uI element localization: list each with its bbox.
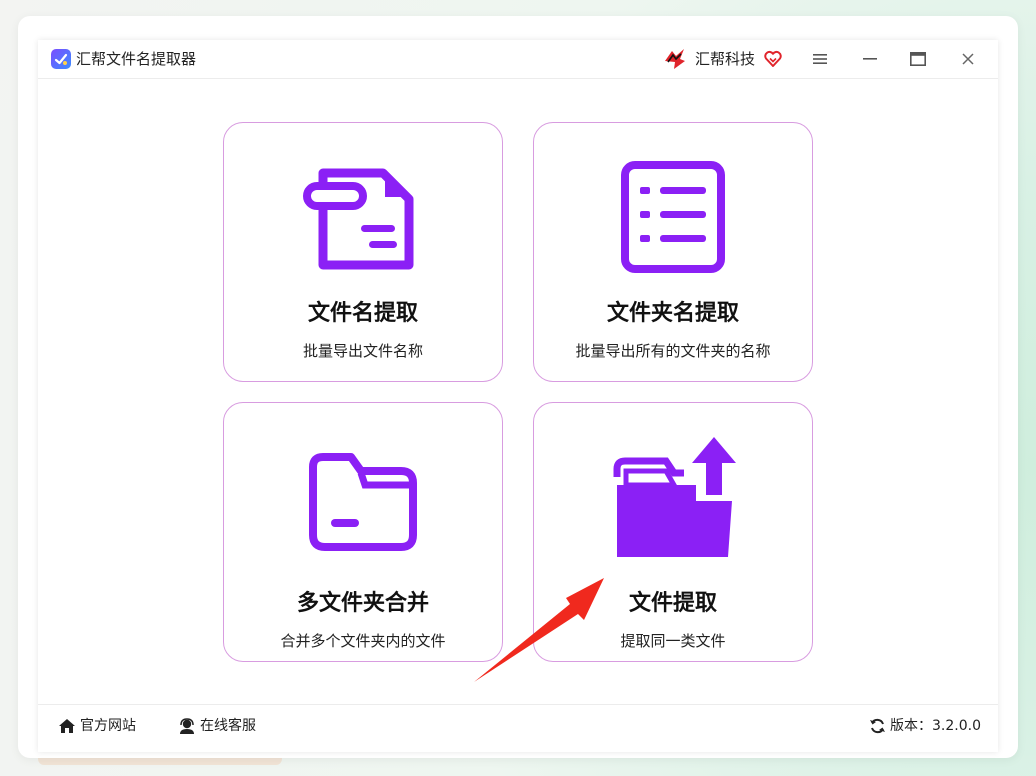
version-info: 版本：3.2.0.0 [869, 717, 981, 735]
card-desc: 合并多个文件夹内的文件 [280, 632, 446, 650]
maximize-button[interactable] [904, 46, 932, 72]
app-window: 汇帮文件名提取器 汇帮科技 文件名提取 批量导出文件名称 文件夹名提取 批量导出… [18, 16, 1018, 758]
card-desc: 提取同一类文件 [620, 632, 726, 650]
minimize-icon [863, 58, 877, 60]
card-title: 文件提取 [628, 591, 717, 616]
brand-logo-icon [662, 47, 688, 75]
file-document-icon [224, 159, 502, 277]
online-service-label: 在线客服 [200, 718, 256, 734]
close-icon [962, 53, 974, 65]
official-website-link[interactable]: 官方网站 [58, 717, 136, 735]
card-merge-folders[interactable]: 多文件夹合并 合并多个文件夹内的文件 [223, 402, 503, 662]
card-file-extract[interactable]: 文件提取 提取同一类文件 [533, 402, 813, 662]
list-icon [534, 159, 812, 275]
home-icon [59, 719, 75, 733]
card-desc: 批量导出所有的文件夹的名称 [575, 342, 771, 360]
background-strip [38, 757, 282, 765]
title-bar: 汇帮文件名提取器 汇帮科技 [38, 40, 998, 79]
card-title: 文件夹名提取 [606, 301, 739, 326]
card-desc: 批量导出文件名称 [302, 342, 423, 360]
menu-button[interactable] [806, 46, 834, 72]
footer-bar: 官方网站 在线客服 版本：3.2.0.0 [38, 704, 998, 753]
heart-icon[interactable] [764, 50, 782, 72]
refresh-icon[interactable] [869, 718, 886, 734]
customer-service-icon [180, 718, 194, 734]
card-foldername-extract[interactable]: 文件夹名提取 批量导出所有的文件夹的名称 [533, 122, 813, 382]
maximize-icon [910, 52, 926, 66]
folder-icon [224, 449, 502, 553]
card-title: 多文件夹合并 [296, 591, 429, 616]
card-title: 文件名提取 [307, 301, 418, 326]
folder-export-icon [534, 435, 812, 559]
minimize-button[interactable] [856, 46, 884, 72]
online-service-link[interactable]: 在线客服 [178, 717, 256, 735]
close-button[interactable] [954, 46, 982, 72]
hamburger-icon [813, 54, 827, 64]
official-website-label: 官方网站 [80, 718, 136, 734]
app-logo-icon [51, 49, 71, 69]
app-content: 汇帮文件名提取器 汇帮科技 文件名提取 批量导出文件名称 文件夹名提取 批量导出… [38, 40, 998, 752]
brand-name: 汇帮科技 [695, 50, 756, 68]
card-filename-extract[interactable]: 文件名提取 批量导出文件名称 [223, 122, 503, 382]
version-label: 版本：3.2.0.0 [890, 718, 981, 734]
app-title: 汇帮文件名提取器 [76, 50, 197, 68]
